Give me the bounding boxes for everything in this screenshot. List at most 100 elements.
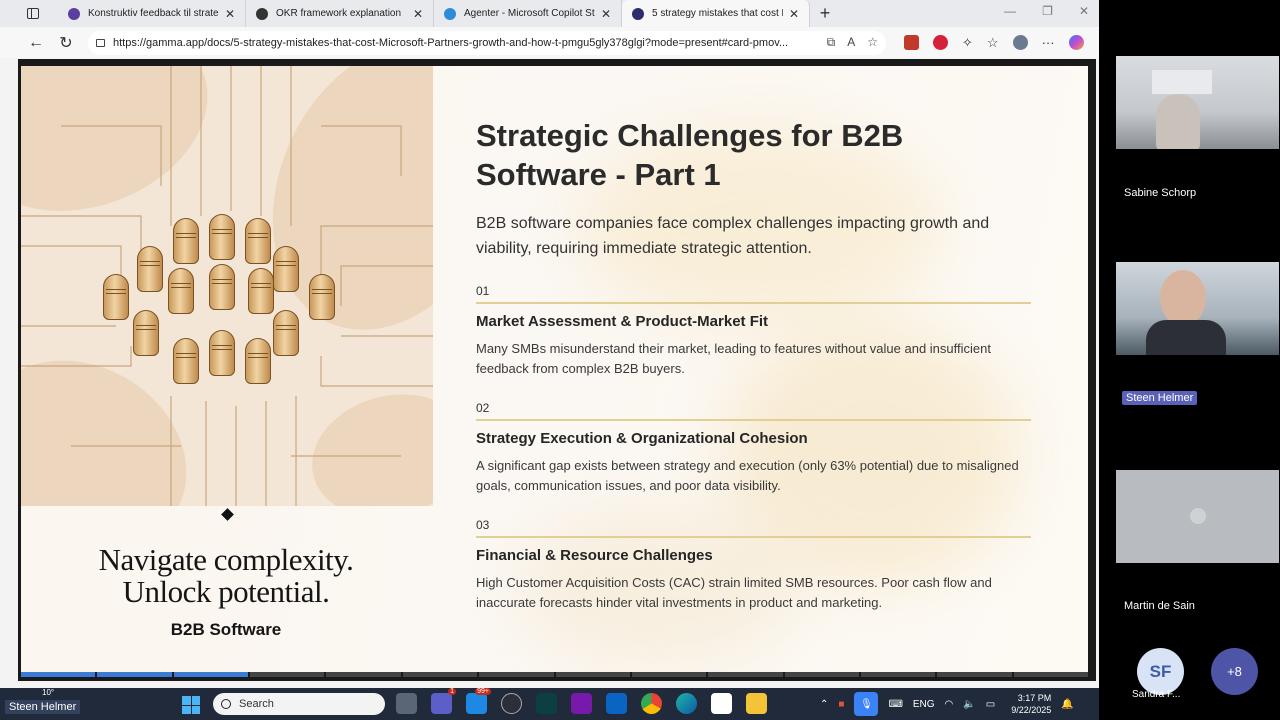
copilot-icon[interactable] — [1068, 35, 1084, 50]
close-tab-icon[interactable]: ✕ — [225, 7, 235, 21]
taskbar-search[interactable]: Search — [213, 693, 385, 715]
profile-avatar[interactable] — [1012, 35, 1028, 50]
vertical-tabs-icon — [27, 8, 39, 19]
favorites-icon[interactable]: ☆ — [987, 35, 999, 51]
participant-video[interactable] — [1116, 262, 1279, 355]
app-icon[interactable] — [536, 693, 557, 714]
progress-segment[interactable] — [860, 672, 936, 677]
start-windows-icon[interactable] — [182, 696, 200, 714]
pin — [103, 274, 129, 320]
screen: Konstruktiv feedback til strategi ✕ OKR … — [0, 0, 1280, 720]
microphone-icon[interactable]: 🎙 — [854, 692, 879, 716]
participant-video[interactable] — [1116, 56, 1279, 149]
image-pager-dot[interactable] — [221, 508, 234, 521]
progress-segment[interactable] — [402, 672, 478, 677]
lock-icon — [96, 38, 105, 47]
browser-tab[interactable]: Konstruktiv feedback til strategi ✕ — [58, 0, 246, 27]
notification-bell-icon[interactable]: 🔔 — [1061, 699, 1073, 710]
tagline-line-1: Navigate complexity. — [98, 542, 354, 577]
language-indicator[interactable]: ENG — [913, 699, 935, 710]
browser-tab-active[interactable]: 5 strategy mistakes that cost Micr ✕ — [622, 0, 810, 27]
chevron-up-icon[interactable]: ⌃ — [820, 699, 828, 710]
battery-icon[interactable]: ▭ — [986, 699, 995, 710]
teams-icon[interactable]: 1 — [431, 688, 456, 714]
read-aloud-icon[interactable]: A — [847, 35, 855, 50]
participant-name: Sabine Schorp — [1124, 187, 1197, 199]
close-tab-icon[interactable]: ✕ — [413, 7, 423, 21]
keyboard-icon[interactable]: ⌨ — [888, 699, 902, 710]
close-window-icon[interactable]: ✕ — [1079, 4, 1089, 18]
pin — [245, 218, 271, 264]
pin — [209, 214, 235, 260]
browser-tab[interactable]: OKR framework explanation ✕ — [246, 0, 434, 27]
extension-icon[interactable] — [904, 35, 919, 50]
restore-icon[interactable]: ❐ — [1042, 4, 1053, 18]
slide-intro: B2B software companies face complex chal… — [476, 215, 990, 257]
app-icon[interactable]: 99+ — [466, 688, 491, 714]
more-participants-button[interactable]: +8 — [1211, 648, 1258, 695]
minimize-icon[interactable]: — — [1004, 4, 1016, 18]
progress-segment[interactable] — [326, 672, 401, 677]
favorite-star-icon[interactable]: ☆ — [867, 35, 878, 50]
tray-app-icon[interactable]: ■ — [838, 699, 844, 710]
new-tab-plus-icon[interactable]: + — [810, 3, 840, 24]
apps-icon[interactable]: ⧉ — [827, 35, 836, 50]
extensions-puzzle-icon[interactable]: ✧ — [962, 35, 973, 51]
tab-favicon-icon — [68, 7, 80, 20]
pin — [245, 338, 271, 384]
extension-icon[interactable] — [933, 35, 948, 50]
progress-segment[interactable] — [97, 672, 172, 677]
clock[interactable]: 3:17 PM 9/22/2025 — [1011, 692, 1051, 716]
pin — [209, 264, 235, 310]
slide: Navigate complexity. Unlock potential. B… — [21, 66, 1088, 672]
browser-window: Konstruktiv feedback til strategi ✕ OKR … — [0, 0, 1099, 688]
tab-favicon-icon — [632, 7, 644, 20]
progress-segment[interactable] — [250, 672, 325, 677]
pin — [248, 268, 274, 314]
back-arrow-icon[interactable]: ← — [24, 34, 48, 52]
progress-segment[interactable] — [784, 672, 859, 677]
more-options-icon[interactable]: ··· — [1042, 35, 1055, 50]
participant-avatar[interactable]: SF — [1137, 648, 1184, 695]
close-tab-icon[interactable]: ✕ — [601, 7, 611, 21]
presentation-progress-bar[interactable] — [21, 672, 1089, 677]
chip-illustration — [21, 66, 433, 506]
edge-icon[interactable] — [676, 693, 697, 714]
close-tab-icon[interactable]: ✕ — [789, 7, 799, 21]
progress-segment[interactable] — [708, 672, 783, 677]
browser-tab[interactable]: Agenter - Microsoft Copilot Studio ✕ — [434, 0, 622, 27]
onenote-icon[interactable] — [571, 693, 592, 714]
weather-widget[interactable]: 10° — [42, 688, 54, 697]
tab-title: 5 strategy mistakes that cost Micr — [652, 8, 783, 19]
progress-segment[interactable] — [555, 672, 630, 677]
section-title: Financial & Resource Challenges — [476, 547, 713, 564]
brand-label: B2B Software — [170, 620, 282, 639]
progress-segment[interactable] — [173, 672, 249, 677]
challenge-section: 01 Market Assessment & Product-Market Fi… — [476, 284, 1036, 379]
wifi-icon[interactable]: ◠ — [945, 699, 954, 710]
volume-icon[interactable]: 🔈 — [963, 699, 975, 710]
participant-video[interactable] — [1116, 470, 1279, 563]
file-explorer-icon[interactable] — [746, 693, 767, 714]
progress-segment[interactable] — [21, 672, 96, 677]
clock-date: 9/22/2025 — [1011, 705, 1052, 715]
address-bar-actions: ⧉ A ☆ — [827, 35, 878, 50]
slack-icon[interactable] — [711, 693, 732, 714]
progress-segment[interactable] — [1013, 672, 1089, 677]
refresh-icon[interactable]: ↻ — [54, 33, 78, 53]
pin — [168, 268, 194, 314]
presenter-name-tag: Steen Helmer — [5, 700, 81, 714]
tab-actions-button[interactable] — [20, 3, 46, 25]
task-view-icon[interactable] — [396, 693, 417, 714]
progress-segment[interactable] — [631, 672, 707, 677]
section-title: Market Assessment & Product-Market Fit — [476, 313, 769, 330]
chatgpt-icon[interactable] — [501, 693, 522, 714]
outlook-icon[interactable] — [606, 693, 627, 714]
progress-segment[interactable] — [479, 672, 554, 677]
participant-name: Sandra F... — [1132, 689, 1181, 700]
progress-segment[interactable] — [937, 672, 1012, 677]
pin — [273, 246, 299, 292]
address-bar[interactable]: https://gamma.app/docs/5-strategy-mistak… — [88, 30, 886, 55]
chrome-icon[interactable] — [641, 693, 662, 714]
wall-art — [1152, 70, 1212, 94]
